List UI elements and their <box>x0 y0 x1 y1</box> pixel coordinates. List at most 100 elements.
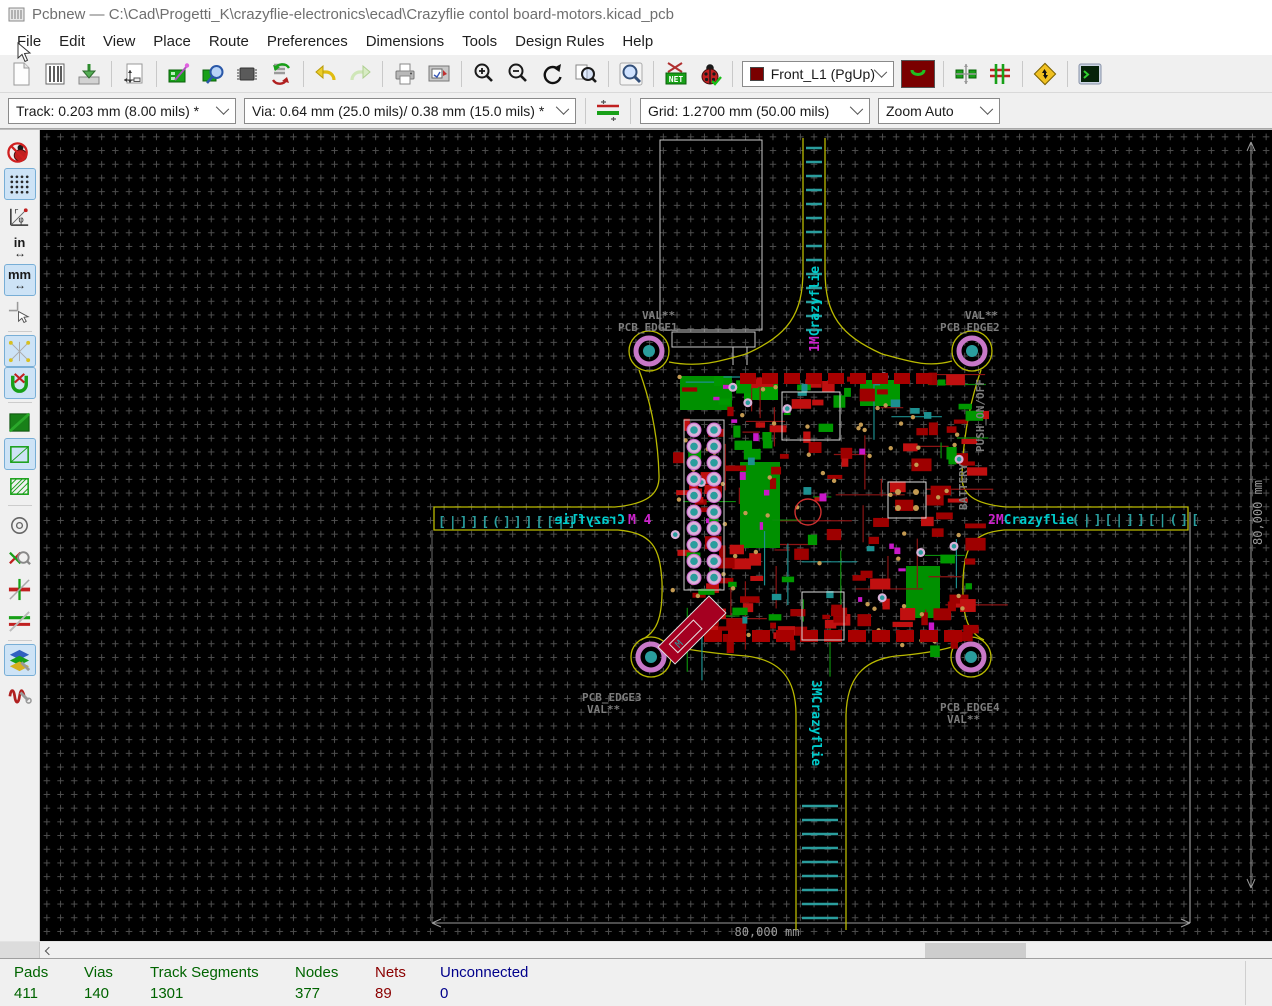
polar-coordinates-toggle[interactable]: rφ <box>5 201 35 231</box>
scrollbar-thumb[interactable] <box>925 943 1026 958</box>
microwave-tools-button[interactable] <box>5 677 35 707</box>
polar-phi-glyph: φ <box>19 215 24 225</box>
menu-dimensions[interactable]: Dimensions <box>357 30 453 53</box>
scroll-left-arrow-icon <box>45 946 53 954</box>
open-board-button[interactable] <box>40 59 70 89</box>
zones-filled-toggle[interactable] <box>5 407 35 437</box>
units-mm-toggle[interactable]: mm↔ <box>5 265 35 295</box>
auto-track-delete-toggle[interactable] <box>5 368 35 398</box>
zoom-selector[interactable]: Zoom Auto <box>878 98 1000 124</box>
layers-manager-toggle[interactable] <box>5 645 35 675</box>
track-autoroute-mode-button[interactable] <box>985 59 1015 89</box>
pcb-canvas[interactable]: 80,000 mm 80,000 mm <box>40 130 1272 942</box>
menu-bar: File Edit View Place Route Preferences D… <box>0 28 1272 55</box>
main-toolbar: NET Front_L1 (PgUp) <box>0 55 1272 93</box>
chevron-down-icon <box>874 64 887 77</box>
via-size-value: Via: 0.64 mm (25.0 mils)/ 0.38 mm (15.0 … <box>252 103 544 119</box>
undo-button[interactable] <box>311 59 341 89</box>
footprint-mode-button[interactable] <box>232 59 262 89</box>
pcbnew-app-icon <box>8 6 25 23</box>
zoom-in-button[interactable] <box>469 59 499 89</box>
status-nodes: Nodes377 <box>295 964 338 1002</box>
pads-sketch-toggle[interactable] <box>5 510 35 540</box>
svg-text:Crazyflie: Crazyflie <box>554 513 625 528</box>
microwave-layer-button[interactable] <box>901 60 935 88</box>
dim-horizontal-label: 80,000 mm <box>734 925 799 939</box>
zoom-fit-button[interactable] <box>571 59 601 89</box>
title-bar: Pcbnew — C:\Cad\Progetti_K\crazyflie-ele… <box>0 0 1272 28</box>
net-badge-text: NET <box>669 75 684 84</box>
parameters-toolbar: Track: 0.203 mm (8.00 mils) * Via: 0.64 … <box>0 93 1272 129</box>
status-unconnected: Unconnected0 <box>440 964 528 1002</box>
svg-text:1MCrazyflie: 1MCrazyflie <box>808 266 823 352</box>
via-size-selector[interactable]: Via: 0.64 mm (25.0 mils)/ 0.38 mm (15.0 … <box>244 98 576 124</box>
svg-text:M 4: M 4 <box>628 513 652 528</box>
menu-help[interactable]: Help <box>613 30 662 53</box>
grid-dots <box>40 130 1272 942</box>
track-width-selector[interactable]: Track: 0.203 mm (8.00 mils) * <box>8 98 236 124</box>
drc-button[interactable] <box>695 59 725 89</box>
window-title: Pcbnew — C:\Cad\Progetti_K\crazyflie-ele… <box>32 6 674 23</box>
vias-sketch-toggle[interactable] <box>5 542 35 572</box>
scrollbar-corner <box>0 942 40 959</box>
grid-selector[interactable]: Grid: 1.2700 mm (50.00 mils) <box>640 98 870 124</box>
menu-preferences[interactable]: Preferences <box>258 30 357 53</box>
svg-text:VAL**: VAL** <box>947 713 980 726</box>
scroll-left-button[interactable] <box>40 942 58 959</box>
menu-design-rules[interactable]: Design Rules <box>506 30 613 53</box>
print-button[interactable] <box>390 59 420 89</box>
svg-text:PCB_EDGE1: PCB_EDGE1 <box>618 321 678 334</box>
chevron-down-icon <box>980 101 993 114</box>
page-settings-button[interactable] <box>119 59 149 89</box>
status-divider <box>1245 961 1246 1005</box>
update-board-button[interactable] <box>266 59 296 89</box>
zones-hatched-toggle[interactable] <box>5 471 35 501</box>
tracks-sketch-toggle[interactable] <box>5 574 35 604</box>
svg-text:(|][|]][|(][: (|][|]][|(][ <box>1072 513 1202 528</box>
freeroute-button[interactable] <box>1030 59 1060 89</box>
width-arrow-glyph: ↔ <box>14 248 26 258</box>
menu-view[interactable]: View <box>94 30 144 53</box>
chevron-down-icon <box>556 101 569 114</box>
svg-text:PCB_EDGE2: PCB_EDGE2 <box>940 321 1000 334</box>
drc-off-toggle[interactable] <box>5 137 35 167</box>
status-bar: Pads411 Vias140 Track Segments1301 Nodes… <box>0 958 1272 1006</box>
grid-visibility-toggle[interactable] <box>5 169 35 199</box>
status-nets: Nets89 <box>375 964 406 1002</box>
footprint-move-mode-button[interactable] <box>951 59 981 89</box>
high-contrast-toggle[interactable] <box>5 606 35 636</box>
zoom-value: Zoom Auto <box>886 103 954 119</box>
track-width-value: Track: 0.203 mm (8.00 mils) * <box>16 103 199 119</box>
pcbnew-window: Pcbnew — C:\Cad\Progetti_K\crazyflie-ele… <box>0 0 1272 1006</box>
plot-button[interactable] <box>424 59 454 89</box>
read-netlist-button[interactable]: NET <box>661 59 691 89</box>
svg-text:3MCrazyflie: 3MCrazyflie <box>808 680 823 766</box>
chevron-down-icon <box>216 101 229 114</box>
footprint-viewer-button[interactable] <box>198 59 228 89</box>
status-vias: Vias140 <box>84 964 113 1002</box>
cursor-shape-toggle[interactable] <box>5 297 35 327</box>
svg-text:BATTERY: BATTERY <box>957 463 970 510</box>
layer-selector-value: Front_L1 (PgUp) <box>771 66 875 82</box>
python-console-button[interactable] <box>1075 59 1105 89</box>
zones-outline-toggle[interactable] <box>5 439 35 469</box>
menu-edit[interactable]: Edit <box>50 30 94 53</box>
save-board-button[interactable] <box>74 59 104 89</box>
redraw-view-button[interactable] <box>537 59 567 89</box>
zoom-out-button[interactable] <box>503 59 533 89</box>
units-inches-toggle[interactable]: in↔ <box>5 233 35 263</box>
svg-text:VAL**: VAL** <box>587 703 620 716</box>
redo-button[interactable] <box>345 59 375 89</box>
menu-route[interactable]: Route <box>200 30 258 53</box>
ratsnest-toggle[interactable] <box>5 336 35 366</box>
find-button[interactable] <box>616 59 646 89</box>
status-track-segments: Track Segments1301 <box>150 964 259 1002</box>
polar-r-glyph: r <box>14 206 19 215</box>
menu-tools[interactable]: Tools <box>453 30 506 53</box>
menu-place[interactable]: Place <box>144 30 200 53</box>
chevron-down-icon <box>850 101 863 114</box>
layer-selector[interactable]: Front_L1 (PgUp) <box>742 61 894 87</box>
footprint-editor-button[interactable] <box>164 59 194 89</box>
horizontal-scrollbar[interactable] <box>0 941 1272 958</box>
auto-track-width-button[interactable] <box>593 96 623 126</box>
